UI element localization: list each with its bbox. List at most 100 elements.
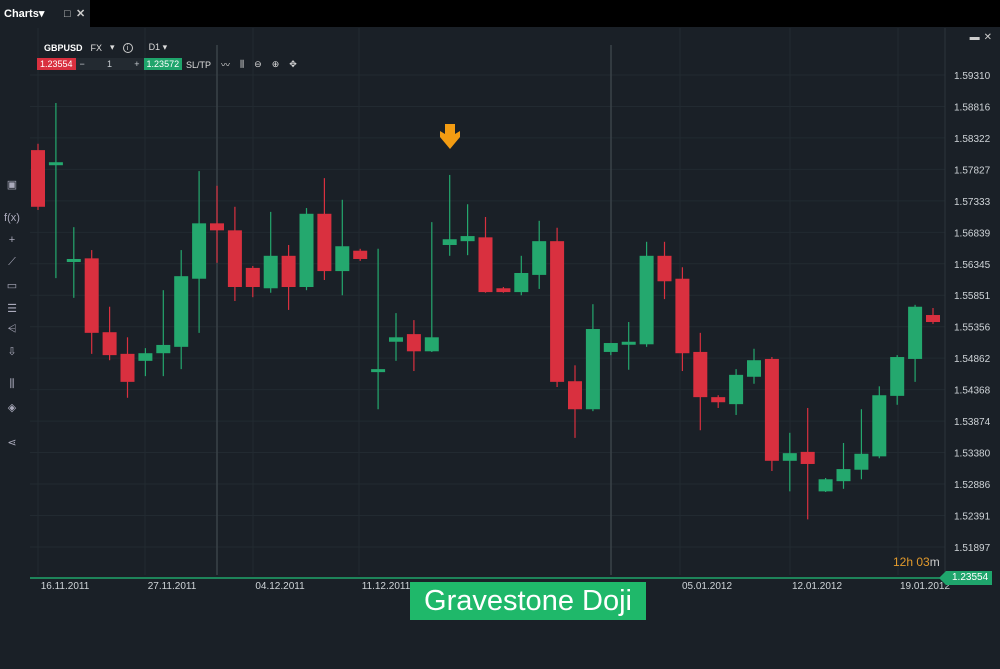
- current-price-tag: 1.23554: [938, 571, 993, 585]
- bearish-candle: [926, 315, 940, 323]
- move-icon[interactable]: ✥: [289, 59, 297, 70]
- bullish-candle: [514, 272, 529, 293]
- x-tick-label: 04.12.2011: [255, 581, 305, 592]
- bullish-candle: [890, 357, 905, 396]
- indicators-icon[interactable]: ⫼: [4, 378, 20, 391]
- bearish-candle: [317, 213, 332, 272]
- bullish-candle: [729, 374, 744, 405]
- bearish-candle: [353, 250, 368, 259]
- share-icon[interactable]: ⋖: [4, 436, 20, 449]
- bullish-candle: [532, 241, 547, 275]
- symbol-name[interactable]: GBPUSD: [44, 43, 83, 53]
- bullish-candle: [442, 239, 457, 245]
- bullish-candle: [138, 353, 153, 361]
- sell-button[interactable]: 1.23554: [37, 58, 76, 70]
- quantity-stepper[interactable]: − 1 +: [75, 58, 144, 70]
- caret-down-icon[interactable]: ▾: [110, 42, 115, 53]
- bullish-candle: [335, 246, 350, 272]
- bearish-candle: [711, 397, 726, 403]
- bullish-candle: [299, 213, 314, 288]
- y-tick-label: 1.52391: [954, 511, 991, 522]
- layers-icon[interactable]: ◈: [4, 401, 20, 414]
- y-tick-label: 1.57333: [954, 197, 991, 208]
- y-tick-label: 1.56839: [954, 228, 991, 239]
- bearish-candle: [210, 223, 224, 231]
- bearish-candle: [281, 255, 296, 288]
- bearish-candle: [764, 358, 779, 461]
- bearish-candle: [800, 451, 815, 464]
- candlestick-chart[interactable]: 1.59310 1.58816 1.58322 1.57827 1.57333 1.568…: [0, 0, 1000, 669]
- bullish-candle: [48, 162, 63, 166]
- bearish-candle: [120, 353, 135, 382]
- y-tick-label: 1.53380: [954, 449, 991, 460]
- bearish-candle: [675, 278, 690, 354]
- bearish-candle: [227, 230, 242, 288]
- bearish-candle: [31, 150, 45, 207]
- bearish-candle: [245, 267, 260, 288]
- pattern-label: Gravestone Doji: [410, 582, 646, 620]
- bullish-candle: [621, 341, 636, 345]
- crosshair-icon[interactable]: +: [4, 234, 20, 246]
- y-tick-label: 1.55851: [954, 291, 991, 302]
- bullish-candle: [174, 276, 189, 347]
- x-tick-label: 05.01.2012: [682, 581, 732, 592]
- line-draw-icon[interactable]: ⟋: [4, 256, 20, 269]
- y-tick-label: 1.53874: [954, 417, 991, 428]
- bullish-candle: [192, 223, 207, 279]
- bearish-candle: [568, 381, 582, 410]
- function-icon[interactable]: f(x): [4, 212, 20, 224]
- rectangle-icon[interactable]: ▭: [4, 279, 20, 292]
- bearish-candle: [550, 241, 565, 382]
- zoom-out-icon[interactable]: ⊖: [254, 59, 262, 70]
- y-tick-label: 1.54862: [954, 354, 991, 365]
- bearish-candle: [102, 332, 117, 356]
- bullish-candle: [854, 453, 869, 470]
- y-tick-label: 1.54368: [954, 386, 991, 397]
- y-tick-label: 1.51897: [954, 543, 991, 554]
- screen-icon[interactable]: ▣: [4, 178, 20, 191]
- bearish-candle: [496, 288, 511, 293]
- bullish-candle: [66, 258, 81, 262]
- arrow-down-icon[interactable]: ⇩: [4, 345, 20, 358]
- bullish-candle: [639, 255, 654, 345]
- bearish-candle: [693, 351, 708, 398]
- zoom-in-icon[interactable]: ⊕: [272, 59, 280, 70]
- y-tick-label: 1.58322: [954, 134, 991, 145]
- bullish-candle: [818, 479, 833, 492]
- trade-panel: 1.23554 − 1 + 1.23572: [37, 58, 183, 70]
- candle-timer: 12h 03m: [893, 555, 940, 569]
- bullish-candle: [263, 255, 278, 289]
- bullish-candle: [908, 306, 923, 359]
- timeframe-select[interactable]: D1 ▾: [149, 42, 168, 53]
- line-chart-icon[interactable]: 〰: [221, 58, 230, 71]
- sltp-button[interactable]: SL/TP: [186, 60, 211, 70]
- x-tick-label: 27.11.2011: [148, 581, 197, 592]
- x-tick-label: 12.01.2012: [792, 581, 842, 592]
- y-tick-label: 1.52886: [954, 480, 991, 491]
- down-arrow-marker-icon: [440, 124, 460, 149]
- fan-icon[interactable]: ⩤: [4, 323, 20, 336]
- bullish-candle: [872, 395, 887, 457]
- bullish-candle: [782, 453, 797, 461]
- quantity-input[interactable]: 1: [107, 58, 112, 70]
- symbol-type[interactable]: FX: [91, 43, 103, 53]
- bearish-candle: [406, 334, 421, 352]
- decrease-button[interactable]: −: [80, 58, 85, 70]
- symbol-bar: GBPUSD FX ▾ i D1 ▾: [44, 42, 167, 53]
- y-tick-label: 1.57827: [954, 165, 991, 176]
- buy-button[interactable]: 1.23572: [143, 58, 183, 70]
- bearish-candle: [657, 255, 672, 282]
- bullish-candle: [424, 337, 439, 352]
- bullish-candle: [389, 337, 403, 342]
- info-icon[interactable]: i: [122, 42, 133, 53]
- bullish-candle: [371, 369, 386, 373]
- bullish-candle: [603, 343, 618, 352]
- x-tick-label: 16.11.2011: [41, 581, 90, 592]
- candles-icon[interactable]: ⫼: [240, 59, 244, 70]
- increase-button[interactable]: +: [134, 58, 139, 70]
- fibonacci-icon[interactable]: ☰: [4, 302, 20, 315]
- y-tick-label: 1.58816: [954, 102, 991, 113]
- x-tick-label: 11.12.2011: [362, 581, 411, 592]
- bullish-candle: [156, 344, 171, 354]
- y-tick-label: 1.59310: [954, 71, 991, 82]
